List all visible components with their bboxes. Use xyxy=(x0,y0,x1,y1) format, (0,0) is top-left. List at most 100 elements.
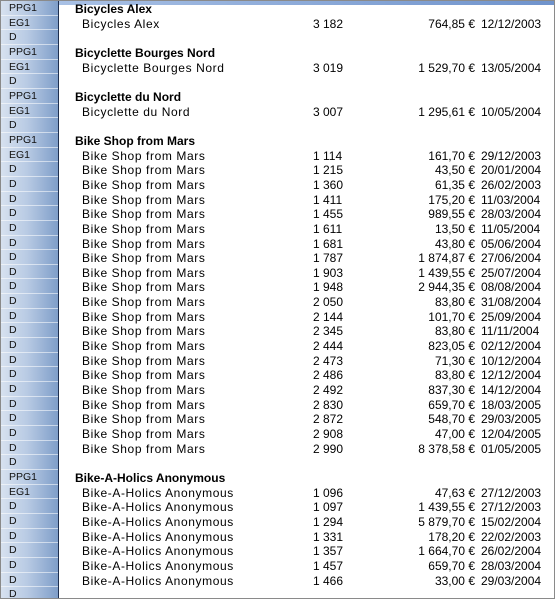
detail-row[interactable]: Bicyclette du Nord 3 007 1 295,61 € 10/05/2… xyxy=(75,105,554,120)
customer-name: Bike Shop from Mars xyxy=(82,148,206,163)
order-number: 1 457 xyxy=(313,558,344,573)
section-label[interactable]: PPG1 xyxy=(1,1,58,16)
detail-row[interactable]: Bike Shop from Mars 2 990 8 378,58 € 01/05/… xyxy=(75,442,554,457)
detail-row[interactable]: Bike Shop from Mars 1 787 1 874,87 € 27/06/… xyxy=(75,251,554,266)
section-label[interactable]: PPG1 xyxy=(1,45,58,60)
customer-name: Bike Shop from Mars xyxy=(82,251,206,266)
section-label[interactable]: PPG1 xyxy=(1,133,58,148)
section-label[interactable]: D xyxy=(1,573,58,588)
order-number: 1 215 xyxy=(313,163,344,178)
detail-row[interactable]: Bike Shop from Mars 1 948 2 944,35 € 08/08/… xyxy=(75,280,554,295)
section-label[interactable]: D xyxy=(1,543,58,558)
section-label[interactable]: PPG1 xyxy=(1,470,58,485)
order-number: 1 466 xyxy=(313,573,344,588)
detail-row[interactable]: Bike Shop from Mars 2 050 83,80 € 31/08/200… xyxy=(75,295,554,310)
section-label[interactable]: D xyxy=(1,397,58,412)
detail-row[interactable]: Bike Shop from Mars 1 215 43,50 € 20/01/200… xyxy=(75,163,554,178)
section-label[interactable]: EG1 xyxy=(1,148,58,163)
section-label[interactable]: D xyxy=(1,426,58,441)
section-label[interactable]: D xyxy=(1,411,58,427)
section-label[interactable]: D xyxy=(1,529,58,544)
section-label[interactable]: D xyxy=(1,323,58,339)
customer-name: Bike Shop from Mars xyxy=(82,192,206,207)
section-label[interactable]: D xyxy=(1,265,58,280)
section-label[interactable]: D xyxy=(1,309,58,324)
section-label[interactable]: EG1 xyxy=(1,16,58,31)
order-amount: 659,70 € xyxy=(428,558,475,573)
order-amount: 1 529,70 € xyxy=(418,60,475,75)
section-label[interactable]: D xyxy=(1,499,58,514)
order-amount: 1 439,55 € xyxy=(418,265,475,280)
detail-row[interactable]: Bike-A-Holics Anonymous 1 457 659,70 € 28/0… xyxy=(75,559,554,574)
customer-name: Bike Shop from Mars xyxy=(82,368,206,383)
order-amount: 548,70 € xyxy=(428,412,475,427)
detail-row[interactable]: Bicyclette Bourges Nord 3 019 1 529,70 € 13… xyxy=(75,61,554,76)
order-date: 10/05/2004 xyxy=(481,104,542,119)
section-label[interactable]: D xyxy=(1,236,58,251)
detail-row[interactable]: Bike Shop from Mars 2 345 83,80 € 11/11/200… xyxy=(75,324,554,339)
section-label[interactable]: D xyxy=(1,206,58,221)
detail-row[interactable]: Bike Shop from Mars 2 908 47,00 € 12/04/200… xyxy=(75,427,554,442)
detail-row[interactable]: Bike Shop from Mars 2 830 659,70 € 18/03/20… xyxy=(75,398,554,413)
detail-row[interactable]: Bike Shop from Mars 2 473 71,30 € 10/12/200… xyxy=(75,354,554,369)
section-label[interactable]: PPG1 xyxy=(1,89,58,104)
detail-row[interactable]: Bike-A-Holics Anonymous 1 466 33,00 € 29/03… xyxy=(75,574,554,589)
detail-row[interactable]: Bike Shop from Mars 1 611 13,50 € 11/05/200… xyxy=(75,222,554,237)
customer-name: Bike Shop from Mars xyxy=(82,324,206,339)
detail-row[interactable]: Bike Shop from Mars 2 872 548,70 € 29/03/20… xyxy=(75,412,554,427)
detail-row[interactable]: Bike Shop from Mars 2 486 83,80 € 12/12/200… xyxy=(75,368,554,383)
detail-row[interactable]: Bike Shop from Mars 2 492 837,30 € 14/12/20… xyxy=(75,383,554,398)
detail-row[interactable]: Bike-A-Holics Anonymous 1 096 47,63 € 27/12… xyxy=(75,486,554,501)
section-label[interactable]: D xyxy=(1,441,58,456)
detail-row[interactable]: Bike Shop from Mars 2 444 823,05 € 02/12/20… xyxy=(75,339,554,354)
detail-row[interactable]: Bike Shop from Mars 1 411 175,20 € 11/03/20… xyxy=(75,193,554,208)
section-label[interactable]: D xyxy=(1,221,58,236)
detail-row[interactable]: Bike Shop from Mars 1 903 1 439,55 € 25/07/… xyxy=(75,266,554,281)
detail-row[interactable]: Bike Shop from Mars 1 360 61,35 € 26/02/200… xyxy=(75,178,554,193)
order-number: 2 444 xyxy=(313,339,344,354)
order-date: 05/06/2004 xyxy=(481,236,542,251)
section-label[interactable]: D xyxy=(1,192,58,207)
section-label[interactable]: D xyxy=(1,162,58,177)
detail-row[interactable]: Bike-A-Holics Anonymous 1 294 5 879,70 € 15… xyxy=(75,515,554,530)
section-label[interactable]: D xyxy=(1,514,58,529)
section-label[interactable]: D xyxy=(1,279,58,295)
section-label[interactable]: D xyxy=(1,177,58,192)
detail-row[interactable]: Bike Shop from Mars 1 681 43,80 € 05/06/200… xyxy=(75,237,554,252)
customer-name: Bike Shop from Mars xyxy=(82,236,206,251)
section-label[interactable]: D xyxy=(1,30,58,45)
report-body: Bicycles Alex Bicycles Alex 3 182 764,85 € 1… xyxy=(75,2,554,588)
section-label[interactable]: D xyxy=(1,353,58,368)
section-label[interactable]: D xyxy=(1,338,58,353)
order-date: 10/12/2004 xyxy=(481,353,542,368)
order-amount: 823,05 € xyxy=(428,339,475,354)
detail-row[interactable]: Bike Shop from Mars 2 144 101,70 € 25/09/20… xyxy=(75,310,554,325)
detail-row[interactable]: Bike Shop from Mars 1 114 161,70 € 29/12/20… xyxy=(75,149,554,164)
order-amount: 1 664,70 € xyxy=(418,544,475,559)
section-label[interactable]: EG1 xyxy=(1,60,58,75)
order-amount: 161,70 € xyxy=(428,148,475,163)
detail-row[interactable]: Bicycles Alex 3 182 764,85 € 12/12/2003 xyxy=(75,17,554,32)
section-label[interactable]: D xyxy=(1,74,58,89)
section-label[interactable]: D xyxy=(1,587,58,598)
detail-row[interactable]: Bike-A-Holics Anonymous 1 357 1 664,70 € 26… xyxy=(75,544,554,559)
section-label[interactable]: D xyxy=(1,382,58,397)
section-label[interactable]: D xyxy=(1,367,58,383)
order-amount: 83,80 € xyxy=(434,324,475,339)
section-label[interactable]: EG1 xyxy=(1,485,58,500)
detail-row[interactable]: Bike-A-Holics Anonymous 1 331 178,20 € 22/0… xyxy=(75,530,554,545)
section-label[interactable]: D xyxy=(1,455,58,470)
customer-name: Bike-A-Holics Anonymous xyxy=(82,573,234,588)
section-label[interactable]: D xyxy=(1,250,58,265)
section-label[interactable]: EG1 xyxy=(1,104,58,119)
order-number: 1 455 xyxy=(313,207,344,222)
customer-name: Bike Shop from Mars xyxy=(82,353,206,368)
detail-row[interactable]: Bike-A-Holics Anonymous 1 097 1 439,55 € 27… xyxy=(75,500,554,515)
detail-row[interactable]: Bike Shop from Mars 1 455 989,55 € 28/03/20… xyxy=(75,207,554,222)
order-date: 25/09/2004 xyxy=(481,309,542,324)
section-label[interactable]: D xyxy=(1,118,58,133)
customer-name: Bike-A-Holics Anonymous xyxy=(82,544,234,559)
section-label[interactable]: D xyxy=(1,294,58,309)
section-label[interactable]: D xyxy=(1,558,58,573)
order-number: 1 611 xyxy=(313,221,343,236)
